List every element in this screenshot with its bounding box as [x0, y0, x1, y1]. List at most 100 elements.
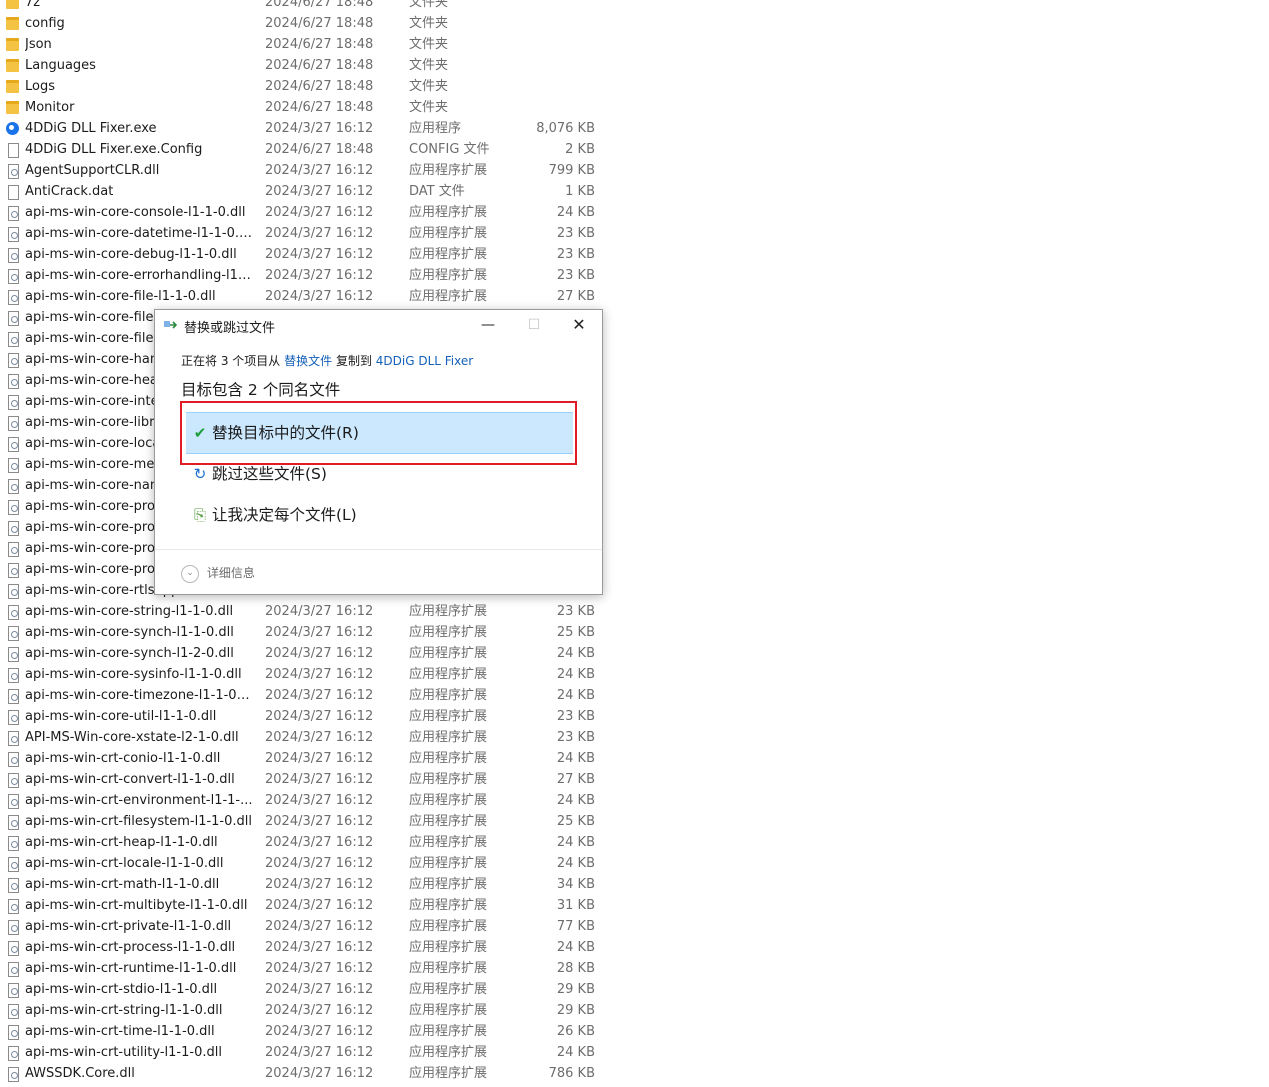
file-row[interactable]: api-ms-win-crt-multibyte-l1-1-0.dll 2024/… — [0, 895, 640, 916]
file-row[interactable]: Monitor 2024/6/27 18:48 文件夹 — [0, 97, 640, 118]
file-size: 24 KB — [556, 667, 595, 682]
dll-file-icon — [8, 647, 19, 662]
file-type: 应用程序扩展 — [409, 730, 488, 745]
file-row[interactable]: api-ms-win-core-datetime-l1-1-0.dll 2024/… — [0, 223, 640, 244]
file-type: 文件夹 — [409, 79, 449, 94]
folder-icon — [6, 38, 19, 51]
file-type: 应用程序扩展 — [409, 205, 488, 220]
file-type: 文件夹 — [409, 16, 449, 31]
file-row[interactable]: AgentSupportCLR.dll 2024/3/27 16:12 应用程序扩展… — [0, 160, 640, 181]
dialog-titlebar[interactable]: 替换或跳过文件 — ☐ ✕ — [155, 310, 602, 340]
file-type: 应用程序扩展 — [409, 793, 488, 808]
file-row[interactable]: api-ms-win-core-timezone-l1-1-0.dll 2024/… — [0, 685, 640, 706]
file-row[interactable]: api-ms-win-crt-stdio-l1-1-0.dll 2024/3/27… — [0, 979, 640, 1000]
file-name: api-ms-win-crt-multibyte-l1-1-0.dll — [25, 898, 248, 913]
file-date: 2024/3/27 16:12 — [265, 982, 374, 997]
dll-file-icon — [8, 941, 19, 956]
replace-files-label: 替换目标中的文件(R) — [212, 424, 359, 442]
file-row[interactable]: Logs 2024/6/27 18:48 文件夹 — [0, 76, 640, 97]
file-row[interactable]: config 2024/6/27 18:48 文件夹 — [0, 13, 640, 34]
file-row[interactable]: api-ms-win-crt-private-l1-1-0.dll 2024/3/… — [0, 916, 640, 937]
file-name: api-ms-win-crt-process-l1-1-0.dll — [25, 940, 236, 955]
file-size: 23 KB — [556, 268, 595, 283]
dll-file-icon — [8, 752, 19, 767]
minimize-button[interactable]: — — [465, 310, 511, 340]
file-row[interactable]: api-ms-win-core-console-l1-1-0.dll 2024/3… — [0, 202, 640, 223]
file-row[interactable]: api-ms-win-crt-process-l1-1-0.dll 2024/3/… — [0, 937, 640, 958]
file-row[interactable]: api-ms-win-core-sysinfo-l1-1-0.dll 2024/3… — [0, 664, 640, 685]
file-row[interactable]: api-ms-win-core-debug-l1-1-0.dll 2024/3/2… — [0, 244, 640, 265]
file-row[interactable]: api-ms-win-crt-utility-l1-1-0.dll 2024/3/… — [0, 1042, 640, 1063]
file-date: 2024/3/27 16:12 — [265, 1045, 374, 1060]
folder-icon — [6, 80, 19, 93]
file-row[interactable]: 4DDiG DLL Fixer.exe.Config 2024/6/27 18:4… — [0, 139, 640, 160]
file-date: 2024/3/27 16:12 — [265, 961, 374, 976]
file-row[interactable]: api-ms-win-crt-runtime-l1-1-0.dll 2024/3/… — [0, 958, 640, 979]
file-row[interactable]: api-ms-win-crt-math-l1-1-0.dll 2024/3/27 … — [0, 874, 640, 895]
file-row[interactable]: AWSSDK.Core.dll 2024/3/27 16:12 应用程序扩展 786 … — [0, 1063, 640, 1084]
file-size: 24 KB — [556, 940, 595, 955]
dll-file-icon — [8, 206, 19, 221]
dll-file-icon — [8, 794, 19, 809]
file-row[interactable]: api-ms-win-crt-locale-l1-1-0.dll 2024/3/2… — [0, 853, 640, 874]
file-type: 应用程序扩展 — [409, 856, 488, 871]
file-date: 2024/3/27 16:12 — [265, 751, 374, 766]
file-name: api-ms-win-core-synch-l1-2-0.dll — [25, 646, 234, 661]
details-toggle[interactable]: ⌄ 详细信息 — [181, 564, 255, 583]
destination-folder-link[interactable]: 4DDiG DLL Fixer — [376, 354, 473, 368]
file-row[interactable]: api-ms-win-core-errorhandling-l1-... 2024… — [0, 265, 640, 286]
file-row[interactable]: api-ms-win-crt-environment-l1-1-... 2024/… — [0, 790, 640, 811]
file-date: 2024/3/27 16:12 — [265, 772, 374, 787]
file-row[interactable]: api-ms-win-crt-conio-l1-1-0.dll 2024/3/27… — [0, 748, 640, 769]
dll-file-icon — [8, 962, 19, 977]
file-name: api-ms-win-crt-string-l1-1-0.dll — [25, 1003, 223, 1018]
file-type: 应用程序扩展 — [409, 1045, 488, 1060]
dll-file-icon — [8, 479, 19, 494]
app-icon — [6, 122, 19, 135]
file-row[interactable]: API-MS-Win-core-xstate-l2-1-0.dll 2024/3/… — [0, 727, 640, 748]
skip-files-option[interactable]: ↻ 跳过这些文件(S) — [186, 454, 573, 494]
close-button[interactable]: ✕ — [556, 310, 602, 340]
file-row[interactable]: AntiCrack.dat 2024/3/27 16:12 DAT 文件 1 KB — [0, 181, 640, 202]
file-row[interactable]: api-ms-win-crt-heap-l1-1-0.dll 2024/3/27 … — [0, 832, 640, 853]
file-name: Logs — [25, 79, 55, 94]
file-move-icon — [164, 321, 178, 329]
file-row[interactable]: api-ms-win-crt-convert-l1-1-0.dll 2024/3/… — [0, 769, 640, 790]
maximize-button[interactable]: ☐ — [511, 310, 557, 340]
dll-file-icon — [8, 521, 19, 536]
file-row[interactable]: api-ms-win-core-util-l1-1-0.dll 2024/3/27… — [0, 706, 640, 727]
file-row[interactable]: api-ms-win-crt-filesystem-l1-1-0.dll 2024… — [0, 811, 640, 832]
source-folder-link[interactable]: 替换文件 — [284, 354, 332, 368]
file-name: api-ms-win-crt-utility-l1-1-0.dll — [25, 1045, 222, 1060]
file-type: 应用程序扩展 — [409, 772, 488, 787]
file-size: 24 KB — [556, 835, 595, 850]
file-size: 23 KB — [556, 730, 595, 745]
file-row[interactable]: api-ms-win-core-file-l1-1-0.dll 2024/3/27… — [0, 286, 640, 307]
file-type: 应用程序扩展 — [409, 898, 488, 913]
replace-files-option[interactable]: ✔ 替换目标中的文件(R) — [186, 412, 573, 454]
file-row[interactable]: api-ms-win-crt-time-l1-1-0.dll 2024/3/27 … — [0, 1021, 640, 1042]
conflict-heading: 目标包含 2 个同名文件 — [181, 381, 341, 399]
file-row[interactable]: api-ms-win-core-synch-l1-1-0.dll 2024/3/2… — [0, 622, 640, 643]
folder-icon — [6, 17, 19, 30]
dll-file-icon — [8, 815, 19, 830]
file-date: 2024/3/27 16:12 — [265, 625, 374, 640]
file-size: 31 KB — [556, 898, 595, 913]
file-row[interactable]: Json 2024/6/27 18:48 文件夹 — [0, 34, 640, 55]
copy-status: 正在将 3 个项目从 替换文件 复制到 4DDiG DLL Fixer — [181, 352, 473, 369]
file-size: 24 KB — [556, 688, 595, 703]
file-row[interactable]: api-ms-win-core-synch-l1-2-0.dll 2024/3/2… — [0, 643, 640, 664]
dll-file-icon — [8, 983, 19, 998]
file-type: 文件夹 — [409, 58, 449, 73]
file-row[interactable]: 7z 2024/6/27 18:48 文件夹 — [0, 0, 640, 13]
file-row[interactable]: 4DDiG DLL Fixer.exe 2024/3/27 16:12 应用程序 8,… — [0, 118, 640, 139]
file-row[interactable]: Languages 2024/6/27 18:48 文件夹 — [0, 55, 640, 76]
dll-file-icon — [8, 1004, 19, 1019]
file-row[interactable]: api-ms-win-core-string-l1-1-0.dll 2024/3/… — [0, 601, 640, 622]
file-row[interactable]: api-ms-win-crt-string-l1-1-0.dll 2024/3/2… — [0, 1000, 640, 1021]
file-name: api-ms-win-crt-runtime-l1-1-0.dll — [25, 961, 237, 976]
file-size: 24 KB — [556, 646, 595, 661]
file-size: 23 KB — [556, 247, 595, 262]
dll-file-icon — [8, 710, 19, 725]
decide-each-file-option[interactable]: ⎘ 让我决定每个文件(L) — [186, 495, 573, 535]
